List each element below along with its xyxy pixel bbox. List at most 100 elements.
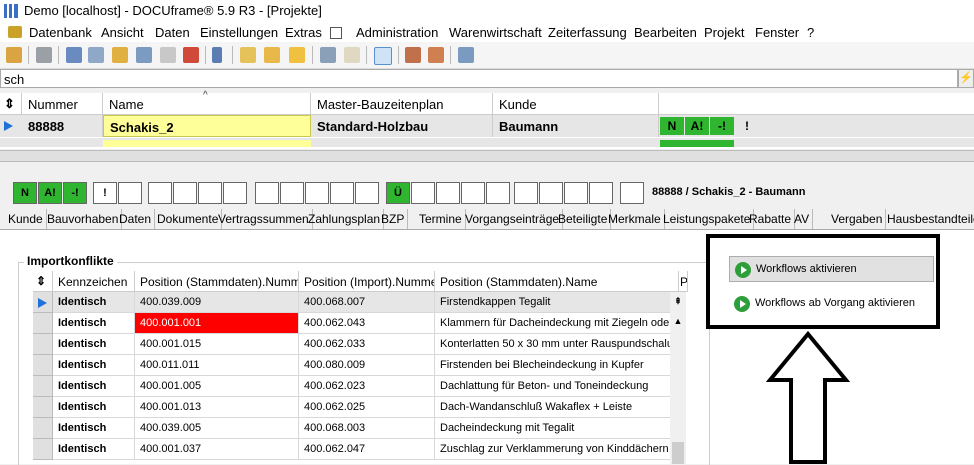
table-row[interactable]: Identisch 400.001.015 400.062.033 Konter… [33, 334, 684, 355]
cell-import-nummer: 400.080.009 [299, 355, 435, 376]
play-icon [735, 262, 751, 278]
scroll-thumb[interactable] [672, 442, 684, 464]
tab-kunde[interactable]: Kunde [5, 209, 47, 229]
menu-daten[interactable]: Daten [155, 25, 190, 40]
row-indicator[interactable] [33, 355, 53, 376]
folder-icon[interactable] [112, 47, 128, 63]
menu-datenbank[interactable]: Datenbank [29, 25, 92, 40]
activate-workflows-button[interactable]: Workflows aktivieren [729, 256, 934, 282]
table-row[interactable]: Identisch 400.011.011 400.080.009 Firste… [33, 355, 684, 376]
horizontal-scrollbar[interactable] [0, 150, 974, 162]
column-header-master[interactable]: Master-Bauzeitenplan [311, 93, 493, 115]
cell-stamm-nummer: 400.039.005 [135, 418, 299, 439]
search-icon[interactable] [320, 47, 336, 63]
menu-help[interactable]: ? [807, 25, 814, 40]
column-header-kunde[interactable]: Kunde [493, 93, 659, 115]
menu-administration[interactable]: Administration [356, 25, 438, 40]
up-arrow-annotation-icon [766, 330, 850, 464]
status-box [436, 182, 460, 204]
grid-sort-toggle-icon[interactable]: ⇕ [33, 271, 53, 292]
row-indicator[interactable] [33, 397, 53, 418]
import-conflicts-title: Importkonflikte [24, 254, 117, 268]
table-row[interactable]: Identisch 400.039.009 400.068.007 Firste… [33, 292, 684, 313]
activate-workflows-label: Workflows aktivieren [756, 263, 857, 275]
title-bar: Demo [localhost] - DOCUframe® 5.9 R3 - [… [0, 0, 974, 22]
open-folder-icon[interactable] [264, 47, 280, 63]
tab-bzp[interactable]: BZP [378, 209, 409, 229]
menu-zeiterfassung[interactable]: Zeiterfassung [548, 25, 627, 40]
sort-toggle-icon[interactable]: ⇕ [0, 93, 22, 115]
team-icon[interactable] [428, 47, 444, 63]
scroll-up-icon[interactable]: ▲ [672, 316, 684, 326]
print-icon[interactable] [36, 47, 52, 63]
tab-vorgangseintraege[interactable]: Vorgangseinträge [462, 209, 564, 229]
address-card-icon[interactable] [66, 47, 82, 63]
tab-zahlungsplan[interactable]: Zahlungsplan [305, 209, 385, 229]
tab-bauvorhaben[interactable]: Bauvorhaben [44, 209, 123, 229]
tab-dokumente[interactable]: Dokumente [154, 209, 223, 229]
menu-bearbeiten[interactable]: Bearbeiten [634, 25, 697, 40]
lightning-icon[interactable]: ⚡ [958, 69, 974, 88]
table-row[interactable]: Identisch 400.001.037 400.062.047 Zuschl… [33, 439, 684, 460]
column-header-truncated[interactable]: P [679, 271, 688, 292]
menu-ansicht[interactable]: Ansicht [101, 25, 144, 40]
tab-merkmale[interactable]: Merkmale [605, 209, 665, 229]
column-header-kennzeichen[interactable]: Kennzeichen [53, 271, 135, 292]
phone-icon[interactable] [212, 47, 222, 63]
tab-hausbestandteile[interactable]: Hausbestandteile [884, 209, 974, 229]
row-indicator[interactable] [33, 334, 53, 355]
export-icon[interactable] [289, 47, 305, 63]
vertical-scrollbar[interactable]: ⇞ ▲ [670, 292, 686, 464]
table-row[interactable]: Identisch 400.001.005 400.062.023 Dachla… [33, 376, 684, 397]
tab-termine[interactable]: Termine [416, 209, 466, 229]
column-header-stamm-name[interactable]: Position (Stammdaten).Name [435, 271, 679, 292]
column-header-import-nummer[interactable]: Position (Import).Nummer [299, 271, 435, 292]
row-indicator[interactable] [33, 376, 53, 397]
row-indicator[interactable] [33, 439, 53, 460]
row-indicator[interactable] [33, 292, 53, 313]
tab-av[interactable]: AV [791, 209, 814, 229]
activate-workflows-from-step-button[interactable]: Workflows ab Vorgang aktivieren [729, 291, 934, 317]
cell-stamm-nummer: 400.001.037 [135, 439, 299, 460]
database-icon[interactable] [6, 47, 22, 63]
menu-projekt[interactable]: Projekt [704, 25, 744, 40]
status-box [223, 182, 247, 204]
column-header-stamm-nummer[interactable]: Position (Stammdaten).Nummer [135, 271, 299, 292]
table-row[interactable]: Identisch 400.039.005 400.068.003 Dachei… [33, 418, 684, 439]
table-row[interactable]: Identisch 400.001.001 400.062.043 Klamme… [33, 313, 684, 334]
transfer-icon[interactable] [458, 47, 474, 63]
tab-rabatte[interactable]: Rabatte [746, 209, 796, 229]
contacts-icon[interactable] [88, 47, 104, 63]
menu-warenwirtschaft[interactable]: Warenwirtschaft [449, 25, 542, 40]
tag-icon[interactable] [160, 47, 176, 63]
tab-leistungspakete[interactable]: Leistungspakete [660, 209, 755, 229]
menu-einstellungen[interactable]: Einstellungen [200, 25, 278, 40]
search-input[interactable]: sch [0, 69, 958, 88]
menu-extras[interactable]: Extras [285, 25, 322, 40]
row-indicator[interactable] [33, 313, 53, 334]
tab-beteiligte[interactable]: Beteiligte [555, 209, 612, 229]
menu-fenster[interactable]: Fenster [755, 25, 799, 40]
find-icon[interactable] [344, 47, 360, 63]
people-icon[interactable] [405, 47, 421, 63]
window-title: Demo [localhost] - DOCUframe® 5.9 R3 - [… [24, 3, 322, 18]
scroll-top-icon[interactable]: ⇞ [672, 296, 684, 306]
list-view-icon[interactable] [374, 47, 392, 65]
documents-icon[interactable] [136, 47, 152, 63]
cell-stamm-nummer: 400.001.015 [135, 334, 299, 355]
tab-daten[interactable]: Daten [116, 209, 156, 229]
activate-workflows-from-step-label: Workflows ab Vorgang aktivieren [755, 297, 915, 309]
status-flag-minus: -! [63, 182, 87, 204]
project-name-cell[interactable]: Schakis_2 [103, 115, 311, 137]
tab-vertragssummen[interactable]: Vertragssummen [215, 209, 313, 229]
new-document-icon[interactable] [240, 47, 256, 63]
tab-vergaben[interactable]: Vergaben [828, 209, 887, 229]
status-box [564, 182, 588, 204]
cell-stamm-nummer: 400.001.005 [135, 376, 299, 397]
column-header-nummer[interactable]: Nummer [22, 93, 103, 115]
cell-kennzeichen: Identisch [53, 397, 135, 418]
row-indicator[interactable] [33, 418, 53, 439]
calendar-icon[interactable] [183, 47, 199, 63]
app-menu-icon[interactable] [8, 26, 22, 38]
table-row[interactable]: Identisch 400.001.013 400.062.025 Dach-W… [33, 397, 684, 418]
